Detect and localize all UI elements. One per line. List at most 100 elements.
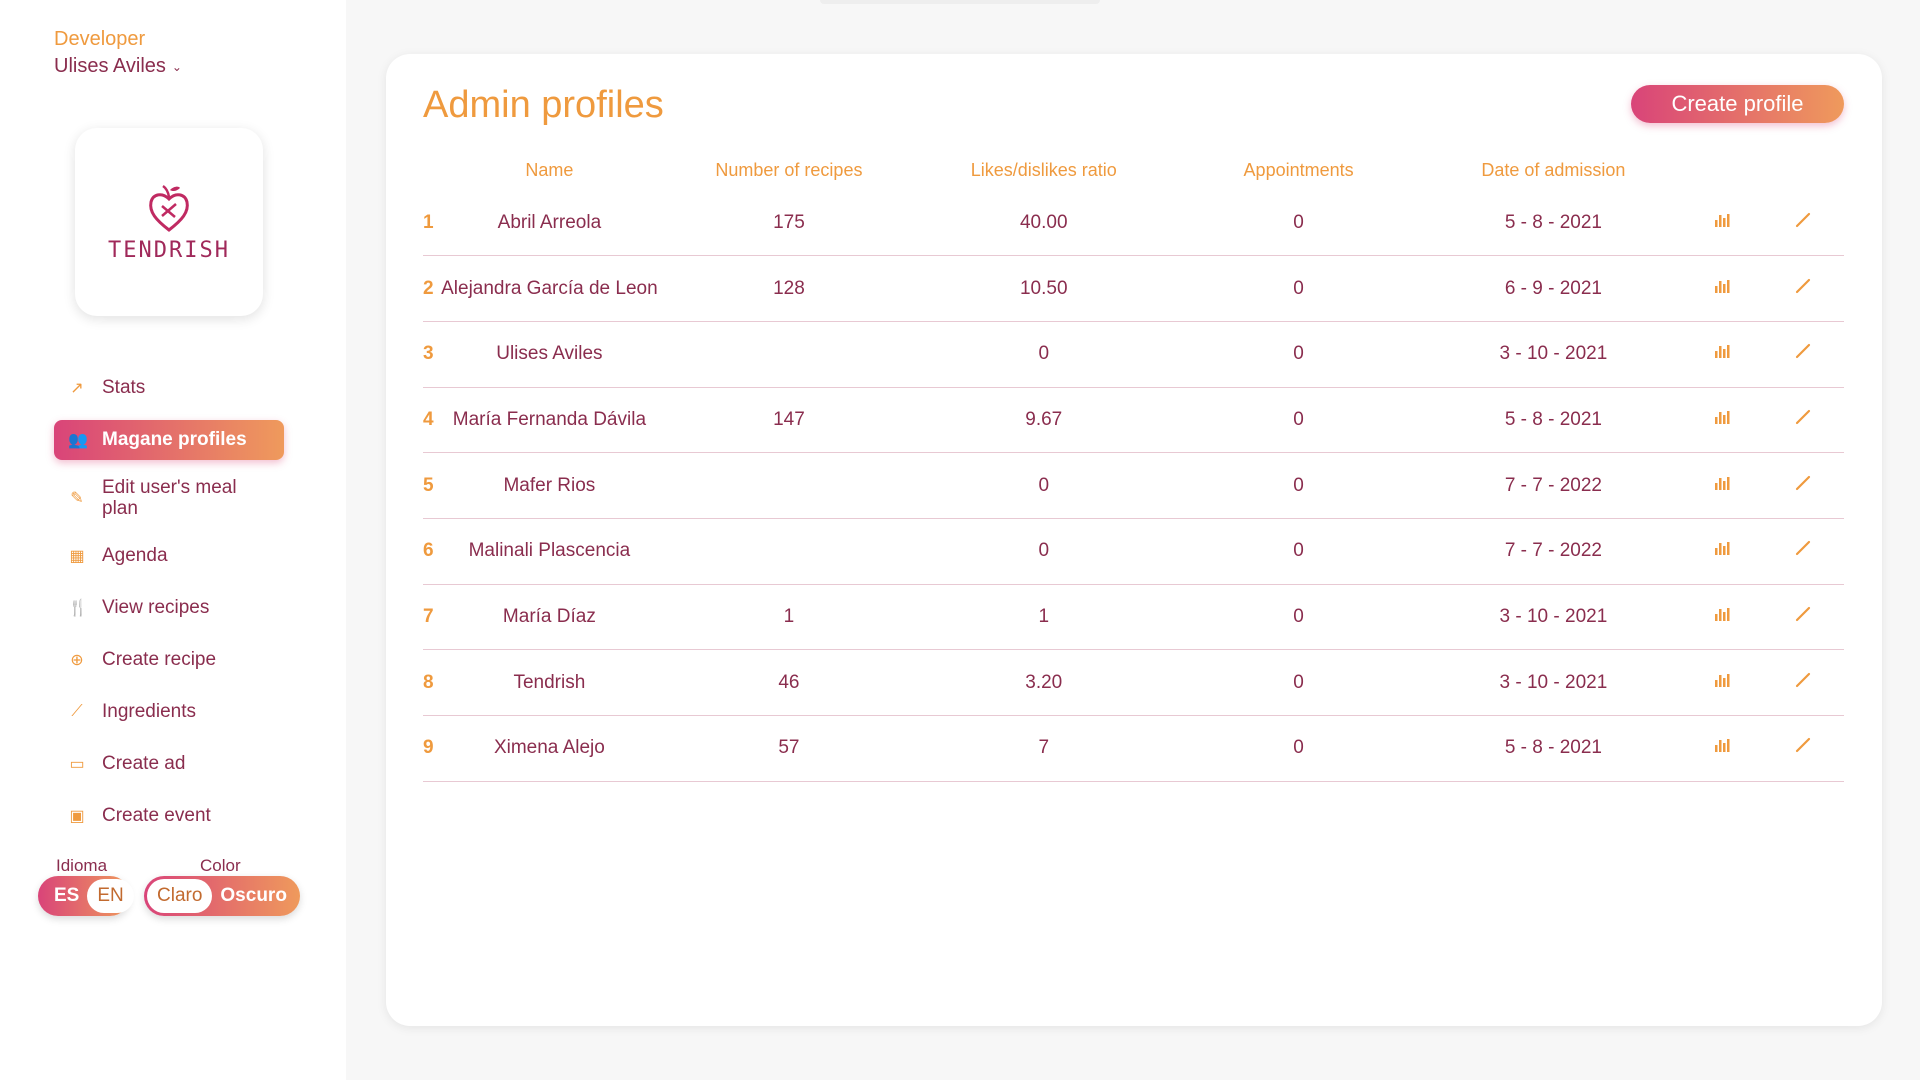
sidebar-item-create-ad[interactable]: ▭ Create ad (54, 744, 284, 784)
row-name: María Fernanda Dávila (437, 387, 662, 454)
carrot-icon: ⟋ (71, 703, 83, 720)
bar-chart-icon[interactable] (1714, 212, 1730, 232)
row-stats-cell (1680, 452, 1763, 519)
row-edit-cell (1762, 715, 1844, 782)
sidebar-item-label: Create event (102, 805, 211, 826)
row-name: Abril Arreola (437, 190, 662, 257)
profiles-table: Name Number of recipes Likes/dislikes ra… (423, 150, 1844, 782)
sidebar-item-label: Agenda (102, 545, 168, 566)
row-appointments: 0 (1171, 649, 1426, 716)
sidebar-item-edit-meal-plan[interactable]: ✎ Edit user's meal plan (54, 472, 284, 524)
row-date: 3 - 10 - 2021 (1426, 649, 1681, 716)
header-ratio: Likes/dislikes ratio (970, 159, 1117, 180)
row-stats-cell (1680, 190, 1763, 257)
row-index: 8 (423, 649, 438, 716)
row-recipes: 46 (661, 649, 917, 716)
pencil-icon[interactable] (1795, 278, 1811, 298)
sidebar-item-view-recipes[interactable]: 🍴 View recipes (54, 588, 284, 628)
row-edit-cell (1762, 190, 1844, 257)
header-appointments: Appointments (1243, 159, 1354, 180)
row-recipes (661, 518, 917, 585)
sidebar-item-ingredients[interactable]: ⟋ Ingredients (54, 692, 284, 732)
bar-chart-icon[interactable] (1714, 672, 1730, 692)
row-appointments: 0 (1171, 518, 1426, 585)
row-stats-cell (1680, 518, 1763, 585)
table-row: 7 María Díaz 1 1 0 3 - 10 - 2021 (423, 584, 1844, 651)
row-name: Malinali Plascencia (437, 518, 662, 585)
user-menu[interactable]: Ulises Aviles ⌄ (54, 55, 182, 78)
row-recipes: 175 (661, 190, 917, 257)
people-icon: 👥 (68, 432, 88, 449)
color-option-dark[interactable]: Oscuro (212, 885, 295, 907)
pencil-icon[interactable] (1795, 606, 1811, 626)
pencil-icon[interactable] (1795, 409, 1811, 429)
sidebar-item-stats[interactable]: ↗ Stats (54, 368, 284, 408)
ad-icon: ▭ (69, 756, 85, 773)
row-appointments: 0 (1171, 321, 1426, 388)
sidebar-item-label: Create ad (102, 753, 186, 774)
pencil-icon[interactable] (1795, 343, 1811, 363)
row-date: 7 - 7 - 2022 (1426, 518, 1681, 585)
row-name: Mafer Rios (437, 452, 662, 519)
logo-card: TENDRISH (75, 128, 263, 316)
pencil-icon[interactable] (1795, 672, 1811, 692)
bar-chart-icon[interactable] (1714, 409, 1730, 429)
color-option-light[interactable]: Claro (147, 879, 213, 913)
row-appointments: 0 (1171, 255, 1426, 322)
pencil-icon[interactable] (1795, 540, 1811, 560)
create-profile-button[interactable]: Create profile (1631, 85, 1844, 123)
bar-chart-icon[interactable] (1714, 278, 1730, 298)
row-date: 5 - 8 - 2021 (1426, 190, 1681, 257)
row-stats-cell (1680, 584, 1763, 651)
color-label: Color (200, 856, 241, 875)
calendar-icon: ▦ (69, 548, 85, 565)
row-stats-cell (1680, 715, 1763, 782)
pencil-icon: ✎ (70, 489, 84, 507)
language-toggle[interactable]: ES EN (38, 876, 134, 916)
plus-circle-icon: ⊕ (70, 652, 84, 669)
row-edit-cell (1762, 452, 1844, 519)
bar-chart-icon[interactable] (1714, 475, 1730, 495)
table-row: 3 Ulises Aviles 0 0 3 - 10 - 2021 (423, 321, 1844, 388)
row-name: Ximena Alejo (437, 715, 662, 782)
sidebar-item-label: Ingredients (102, 701, 197, 722)
bar-chart-icon[interactable] (1714, 540, 1730, 560)
row-recipes: 147 (661, 387, 917, 454)
sidebar-item-agenda[interactable]: ▦ Agenda (54, 536, 284, 576)
heart-apple-logo-icon (149, 184, 189, 232)
sidebar-item-label: Edit user's meal plan (102, 477, 237, 519)
sidebar-item-label: Magane profiles (102, 429, 247, 450)
row-name: Alejandra García de Leon (437, 255, 662, 322)
admin-profiles-card: Admin profiles Create profile Name Numbe… (386, 54, 1882, 1026)
language-option-en[interactable]: EN (87, 879, 134, 913)
table-row: 4 María Fernanda Dávila 147 9.67 0 5 - 8 - 20… (423, 387, 1844, 454)
table-row: 8 Tendrish 46 3.20 0 3 - 10 - 2021 (423, 649, 1844, 716)
row-index: 7 (423, 584, 438, 651)
bar-chart-icon[interactable] (1714, 737, 1730, 757)
sidebar-item-label: View recipes (102, 597, 210, 618)
row-index: 1 (423, 190, 438, 257)
bar-chart-icon[interactable] (1714, 343, 1730, 363)
header-index (423, 150, 437, 190)
header-recipes: Number of recipes (715, 159, 863, 180)
row-ratio: 7 (916, 715, 1172, 782)
trending-up-icon: ↗ (70, 380, 84, 397)
sidebar-item-create-recipe[interactable]: ⊕ Create recipe (54, 640, 284, 680)
header-name: Name (525, 159, 574, 180)
bar-chart-icon[interactable] (1714, 606, 1730, 626)
sidebar-item-label: Create recipe (102, 649, 217, 670)
table-row: 6 Malinali Plascencia 0 0 7 - 7 - 2022 (423, 518, 1844, 585)
row-edit-cell (1762, 584, 1844, 651)
color-toggle[interactable]: Claro Oscuro (144, 876, 300, 916)
sidebar-item-manage-profiles[interactable]: 👥 Magane profiles (54, 420, 284, 460)
pencil-icon[interactable] (1795, 212, 1811, 232)
language-option-es[interactable]: ES (46, 885, 87, 907)
row-stats-cell (1680, 649, 1763, 716)
sidebar-item-create-event[interactable]: ▣ Create event (54, 796, 284, 836)
pencil-icon[interactable] (1795, 737, 1811, 757)
row-ratio: 9.67 (916, 387, 1172, 454)
pencil-icon[interactable] (1795, 475, 1811, 495)
logo-text: TENDRISH (108, 237, 230, 263)
table-row: 9 Ximena Alejo 57 7 0 5 - 8 - 2021 (423, 715, 1844, 782)
row-appointments: 0 (1171, 715, 1426, 782)
